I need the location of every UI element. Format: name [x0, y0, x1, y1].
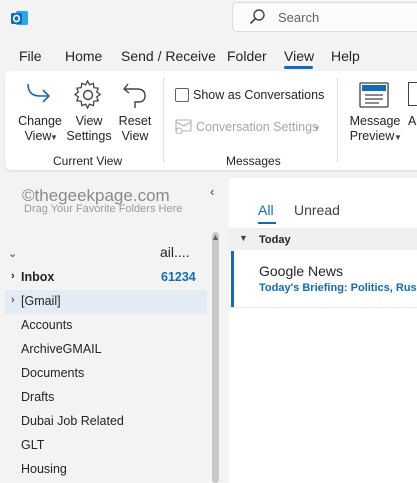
- folder-label: Dubai Job Related: [21, 414, 124, 428]
- reset-view-button[interactable]: Reset View: [113, 78, 157, 146]
- folder-label: Housing: [21, 462, 67, 476]
- scroll-up-arrow-icon[interactable]: ▲: [211, 232, 220, 242]
- account-name: ail....: [160, 244, 190, 260]
- show-as-conversations-checkbox[interactable]: Show as Conversations: [174, 88, 324, 104]
- tab-help[interactable]: Help: [331, 48, 360, 64]
- favorites-drop-hint: Drag Your Favorite Folders Here: [24, 203, 183, 215]
- folder-label: Accounts: [21, 318, 73, 332]
- folder-item[interactable]: Dubai Job Related: [5, 410, 207, 434]
- folder-label: [Gmail]: [21, 294, 61, 308]
- account-row[interactable]: ⌄ ail....: [5, 242, 207, 266]
- message-sender: Google News: [259, 263, 344, 279]
- folder-gmail[interactable]: › [Gmail]: [5, 290, 207, 314]
- message-preview-label-1: Message: [349, 114, 401, 128]
- cut-off-icon: [408, 82, 417, 106]
- gear-icon: [73, 79, 103, 115]
- view-settings-label-2: Settings: [66, 129, 112, 143]
- group-header-today[interactable]: [229, 228, 417, 250]
- reset-view-label-2: View: [121, 129, 149, 143]
- unread-count-badge: 61234: [161, 270, 196, 284]
- message-preview-button[interactable]: Message Preview ▼: [347, 78, 403, 146]
- conversation-settings-label: Conversation Settings: [196, 120, 319, 134]
- checkbox-box: [175, 88, 189, 102]
- search-input[interactable]: Search: [232, 2, 417, 32]
- folder-label: Inbox: [21, 270, 55, 284]
- show-as-conversations-label: Show as Conversations: [193, 88, 325, 102]
- search-icon: [249, 8, 267, 26]
- view-settings-label-1: View: [75, 114, 103, 128]
- folder-item[interactable]: ArchiveGMAIL: [5, 338, 207, 362]
- message-subject: Today's Briefing: Politics, Russ: [259, 282, 417, 294]
- conversation-settings-icon: [175, 119, 192, 139]
- current-view-group-label: Current View: [53, 154, 123, 168]
- tab-file[interactable]: File: [19, 48, 42, 64]
- chevron-right-icon: ›: [11, 294, 15, 306]
- folder-item[interactable]: Accounts: [5, 314, 207, 338]
- chevron-down-icon: ⌄: [8, 248, 18, 260]
- chevron-down-icon: ▼: [394, 133, 402, 142]
- ribbon-divider: [337, 78, 338, 162]
- group-header-label: Today: [259, 234, 291, 246]
- folder-label: Drafts: [21, 390, 55, 404]
- tab-view[interactable]: View: [284, 48, 314, 64]
- folder-label: ArchiveGMAIL: [21, 342, 102, 356]
- change-view-button[interactable]: Change View ▼: [15, 78, 65, 146]
- folder-scrollbar[interactable]: [212, 232, 219, 483]
- collapse-pane-button[interactable]: ‹: [210, 184, 214, 199]
- folder-label: Documents: [21, 366, 85, 380]
- chevron-down-icon: ▼: [50, 133, 58, 142]
- folder-label: GLT: [21, 438, 45, 452]
- active-tab-indicator: [284, 66, 313, 69]
- change-view-label-1: Change: [18, 114, 62, 128]
- active-filter-indicator: [258, 222, 276, 224]
- chevron-right-icon: ›: [11, 270, 15, 282]
- folder-item[interactable]: Housing: [5, 458, 207, 482]
- cut-off-ribbon-button[interactable]: A: [408, 80, 417, 146]
- filter-unread-tab[interactable]: Unread: [294, 202, 340, 218]
- filter-all-tab[interactable]: All: [258, 202, 274, 218]
- ribbon-divider: [163, 78, 164, 162]
- messages-group-label: Messages: [226, 154, 281, 168]
- search-placeholder: Search: [278, 10, 320, 25]
- chevron-down-icon: ▼: [313, 124, 321, 133]
- outlook-logo-icon: [11, 9, 29, 27]
- tab-send-receive[interactable]: Send / Receive: [121, 48, 216, 64]
- conversation-settings-button[interactable]: Conversation Settings ▼: [174, 118, 326, 136]
- message-item[interactable]: [229, 251, 417, 308]
- view-settings-button[interactable]: View Settings: [65, 78, 113, 146]
- folder-item[interactable]: GLT: [5, 434, 207, 458]
- message-preview-label-2: Preview: [349, 129, 395, 143]
- reset-icon: [121, 80, 149, 113]
- reset-view-label-1: Reset: [118, 114, 152, 128]
- cut-off-label: A: [408, 114, 417, 128]
- selected-indicator: [231, 251, 234, 307]
- folder-item[interactable]: Documents: [5, 362, 207, 386]
- chevron-down-icon: ▼: [239, 233, 248, 243]
- tab-home[interactable]: Home: [65, 48, 102, 64]
- tab-folder[interactable]: Folder: [227, 48, 267, 64]
- folder-inbox[interactable]: › Inbox 61234: [5, 266, 207, 290]
- change-view-icon: [24, 80, 54, 113]
- message-preview-icon: [359, 82, 389, 113]
- folder-item[interactable]: Drafts: [5, 386, 207, 410]
